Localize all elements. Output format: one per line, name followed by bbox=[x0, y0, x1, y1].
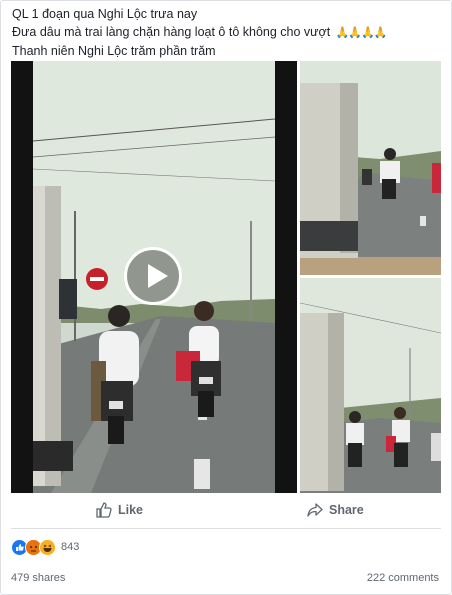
play-button[interactable] bbox=[124, 247, 182, 305]
road-thumbnail-image-3 bbox=[300, 278, 441, 493]
video-thumbnail-3[interactable] bbox=[300, 278, 441, 493]
caption-line-2: Đưa dâu mà trai làng chặn hàng loạt ô tô… bbox=[12, 23, 442, 42]
post-caption: QL 1 đoạn qua Nghi Lộc trưa nay Đưa dâu … bbox=[12, 5, 442, 60]
reaction-count: 843 bbox=[61, 541, 80, 553]
post-actions: Like Share bbox=[11, 496, 441, 529]
reactions-summary[interactable]: 843 bbox=[11, 537, 79, 557]
like-label: Like bbox=[118, 503, 144, 517]
share-arrow-icon bbox=[307, 502, 323, 518]
like-button[interactable]: Like bbox=[96, 502, 143, 518]
caption-line-1: QL 1 đoạn qua Nghi Lộc trưa nay bbox=[12, 7, 198, 21]
post-card: QL 1 đoạn qua Nghi Lộc trưa nay Đưa dâu … bbox=[0, 0, 452, 595]
caption-line-2-text: Đưa dâu mà trai làng chặn hàng loạt ô tô… bbox=[12, 25, 331, 39]
share-label: Share bbox=[329, 503, 364, 517]
main-video[interactable] bbox=[11, 61, 297, 493]
praying-hands-icon: 🙏🙏🙏🙏 bbox=[335, 27, 388, 39]
shares-count[interactable]: 479 shares bbox=[11, 572, 65, 584]
post-media[interactable] bbox=[11, 61, 441, 493]
comments-count[interactable]: 222 comments bbox=[367, 572, 439, 584]
road-thumbnail-image-2 bbox=[300, 61, 441, 275]
share-button[interactable]: Share bbox=[307, 502, 364, 518]
video-thumbnail-2[interactable] bbox=[300, 61, 441, 275]
haha-icon bbox=[39, 538, 56, 556]
caption-line-3: Thanh niên Nghi Lộc trăm phần trăm bbox=[12, 44, 216, 58]
thumbs-up-icon bbox=[96, 502, 112, 518]
